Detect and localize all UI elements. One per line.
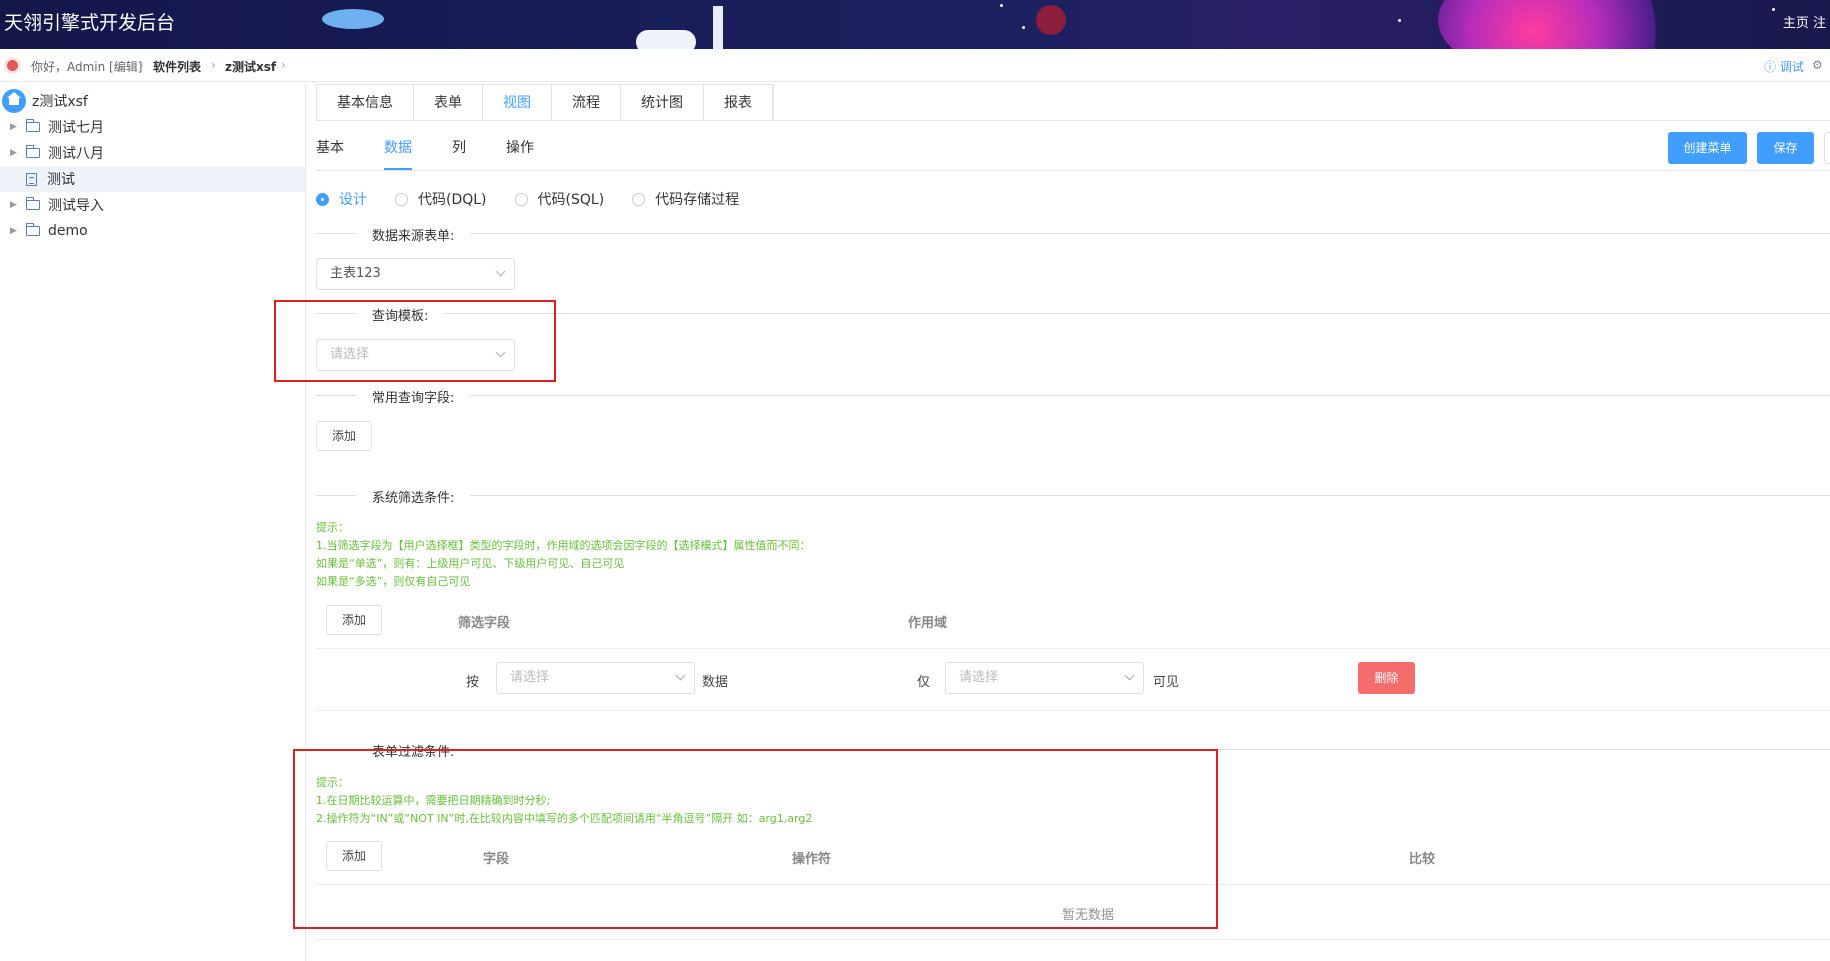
- chevron-down-icon: [675, 670, 686, 681]
- create-menu-button[interactable]: 创建菜单: [1668, 132, 1747, 164]
- mode-radio-group: 设计 代码(DQL) 代码(SQL) 代码存储过程: [316, 189, 767, 209]
- sidebar-item-label: demo: [48, 223, 88, 239]
- star-icon: [1000, 4, 1003, 7]
- caret-right-icon[interactable]: ▶: [10, 122, 20, 132]
- system-hint-line: 如果是“多选”，则仅有自己可见: [316, 575, 471, 588]
- folder-icon: [26, 145, 40, 158]
- radio-sql[interactable]: 代码(SQL): [514, 189, 604, 209]
- save-button[interactable]: 保存: [1757, 132, 1814, 164]
- sidebar-item-test-import[interactable]: ▶ 测试导入: [0, 192, 305, 218]
- sidebar-item-label: 测试七月: [48, 120, 104, 136]
- sidebar-item-test-july[interactable]: ▶ 测试七月: [0, 114, 305, 140]
- subtab-columns[interactable]: 列: [452, 137, 466, 170]
- caret-right-icon[interactable]: ▶: [10, 200, 20, 210]
- subtab-basic[interactable]: 基本: [316, 137, 344, 170]
- tab-chart[interactable]: 统计图: [621, 85, 704, 121]
- sidebar-root[interactable]: z测试xsf: [0, 88, 305, 114]
- system-hint-line: 如果是“单选”，则有：上级用户可见、下级用户可见、自己可见: [316, 557, 625, 570]
- row-prefix: 按: [466, 675, 480, 690]
- add-system-filter-button[interactable]: 添加: [326, 605, 382, 635]
- data-source-label: 数据来源表单:: [356, 225, 471, 244]
- sidebar-root-label: z测试xsf: [32, 94, 88, 110]
- chevron-right-icon: ›: [281, 58, 286, 72]
- system-hint-line: 提示：: [316, 521, 349, 534]
- caret-right-icon[interactable]: ▶: [10, 226, 20, 236]
- tab-view[interactable]: 视图: [483, 85, 552, 121]
- sidebar-item-test[interactable]: 测试: [0, 166, 305, 192]
- avatar[interactable]: [4, 57, 21, 74]
- airship-icon: [322, 9, 384, 29]
- section-divider: [316, 495, 1830, 496]
- folder-icon: [26, 119, 40, 132]
- sidebar-item-label: 测试导入: [48, 198, 104, 214]
- sidebar-item-test-august[interactable]: ▶ 测试八月: [0, 140, 305, 166]
- column-header-compare: 比较: [1409, 852, 1436, 867]
- highlight-box-form-filter: [293, 749, 1218, 929]
- section-divider: [316, 233, 1830, 234]
- table-divider: [316, 939, 1830, 940]
- greeting[interactable]: 你好，Admin [编辑]: [31, 58, 142, 75]
- table-divider: [316, 710, 1830, 711]
- debug-link[interactable]: ⓘ 调试: [1764, 58, 1804, 75]
- folder-icon: [26, 223, 40, 236]
- radio-procedure[interactable]: 代码存储过程: [632, 189, 739, 209]
- tab-flow[interactable]: 流程: [552, 85, 621, 121]
- tab-form[interactable]: 表单: [414, 85, 483, 121]
- delete-button[interactable]: 删除: [1358, 662, 1415, 694]
- subtab-actions[interactable]: 操作: [506, 137, 534, 170]
- chevron-down-icon: [495, 266, 506, 277]
- sidebar-item-label: 测试八月: [48, 146, 104, 162]
- tab-report[interactable]: 报表: [704, 85, 773, 121]
- breadcrumb: 你好，Admin [编辑] › 软件列表 › z测试xsf › ⓘ 调试 ⚙: [0, 49, 1830, 82]
- tabs-divider: [316, 120, 1830, 121]
- scope-select[interactable]: 请选择: [945, 662, 1144, 694]
- sidebar-item-demo[interactable]: ▶ demo: [0, 218, 305, 244]
- system-filter-label: 系统筛选条件:: [356, 487, 471, 506]
- column-header-filter-field: 筛选字段: [458, 616, 511, 631]
- row-only-label: 仅: [917, 675, 931, 690]
- star-icon: [1022, 26, 1025, 29]
- sub-tabs: 基本 数据 列 操作: [316, 137, 574, 170]
- data-source-select[interactable]: 主表123: [316, 258, 515, 290]
- sidebar-item-label: 测试: [47, 172, 75, 188]
- subtabs-divider: [316, 170, 1830, 171]
- lighthouse-icon: [713, 6, 723, 49]
- settings-icon[interactable]: ⚙: [1812, 58, 1823, 72]
- chevron-right-icon: ›: [211, 58, 216, 72]
- column-header-scope: 作用域: [908, 616, 948, 631]
- galaxy-icon: [1438, 0, 1678, 49]
- section-divider: [316, 395, 1830, 396]
- star-icon: [1772, 8, 1775, 11]
- system-hint-line: 1.当筛选字段为【用户选择框】类型的字段时，作用域的选项会因字段的【选择模式】属…: [316, 539, 811, 552]
- top-banner: 天翎引擎式开发后台 主页 注: [0, 0, 1830, 49]
- main-tabs: 基本信息 表单 视图 流程 统计图 报表: [316, 84, 774, 121]
- subtab-data[interactable]: 数据: [384, 137, 412, 170]
- cloud-icon: [636, 30, 696, 49]
- sidebar: z测试xsf ▶ 测试七月 ▶ 测试八月 测试 ▶ 测试导入 ▶ demo: [0, 82, 306, 961]
- add-common-field-button[interactable]: 添加: [316, 421, 372, 451]
- common-fields-label: 常用查询字段:: [356, 387, 471, 406]
- breadcrumb-software-list[interactable]: 软件列表: [153, 58, 201, 75]
- radio-dql[interactable]: 代码(DQL): [395, 189, 487, 209]
- star-icon: [1398, 19, 1401, 22]
- more-button[interactable]: [1824, 132, 1830, 164]
- folder-icon: [26, 197, 40, 210]
- planet-icon: [1036, 5, 1066, 35]
- top-links[interactable]: 主页 注: [1783, 12, 1826, 31]
- highlight-box-query-template: [274, 300, 556, 382]
- breadcrumb-app[interactable]: z测试xsf: [225, 58, 276, 75]
- row-visible-label: 可见: [1153, 675, 1180, 690]
- chevron-right-icon: ›: [139, 58, 144, 72]
- document-icon: [26, 172, 37, 186]
- radio-design[interactable]: 设计: [316, 189, 367, 209]
- app-title: 天翎引擎式开发后台: [4, 12, 176, 34]
- home-icon: [2, 89, 26, 113]
- tab-basic-info[interactable]: 基本信息: [317, 85, 414, 121]
- table-divider: [316, 648, 1830, 649]
- row-data-label: 数据: [702, 675, 729, 690]
- filter-field-select[interactable]: 请选择: [496, 662, 695, 694]
- chevron-down-icon: [1124, 670, 1135, 681]
- caret-right-icon[interactable]: ▶: [10, 148, 20, 158]
